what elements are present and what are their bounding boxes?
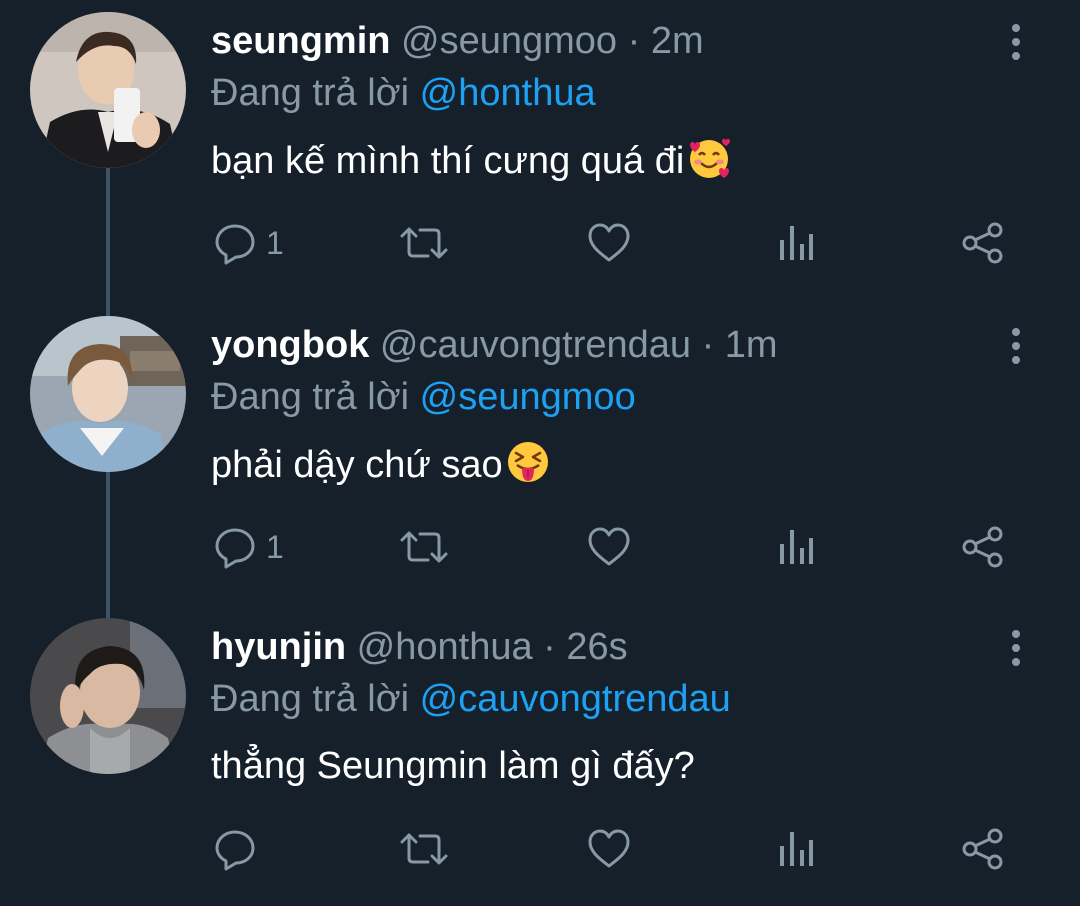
more-vertical-icon[interactable]	[1002, 326, 1030, 366]
share-icon	[962, 222, 1003, 264]
username[interactable]: @cauvongtrendau	[380, 324, 691, 366]
tweet-actions	[0, 824, 1080, 874]
heart-icon	[588, 527, 630, 566]
retweet-icon	[400, 833, 448, 865]
avatar[interactable]	[30, 618, 186, 774]
reply-count: 1	[266, 529, 284, 565]
replying-to-label: Đang trả lời	[211, 376, 410, 418]
retweet-icon	[400, 227, 448, 259]
share-button[interactable]	[960, 218, 1006, 268]
like-button[interactable]	[586, 824, 632, 874]
separator-dot: ·	[543, 626, 556, 668]
share-button[interactable]	[960, 522, 1006, 572]
retweet-icon	[400, 531, 448, 563]
analytics-icon	[780, 832, 813, 866]
display-name[interactable]: yongbok	[211, 324, 369, 366]
replying-to-label: Đang trả lời	[211, 72, 410, 114]
separator-dot: ·	[701, 324, 715, 366]
reply-icon	[215, 224, 255, 265]
reply-icon	[215, 830, 255, 871]
like-button[interactable]	[586, 522, 632, 572]
timestamp[interactable]: 26s	[566, 626, 627, 668]
tweet-text-content: thẳng Seungmin làm gì đấy?	[211, 745, 695, 787]
reply-button[interactable]: 1	[212, 218, 284, 268]
like-button[interactable]	[586, 218, 632, 268]
retweet-button[interactable]	[398, 824, 450, 874]
separator-dot: ·	[627, 20, 641, 62]
replying-to: Đang trả lời @cauvongtrendau	[211, 674, 731, 724]
mention-link[interactable]: @seungmoo	[420, 376, 636, 418]
share-button[interactable]	[960, 824, 1006, 874]
tweet-text-content: bạn kế mình thí cưng quá đi	[211, 140, 685, 182]
timestamp[interactable]: 1m	[725, 324, 778, 366]
reply-count: 1	[266, 225, 284, 261]
share-icon	[962, 526, 1003, 568]
heart-icon	[588, 223, 630, 262]
tweet-actions: 1	[0, 218, 1080, 268]
reply-button[interactable]: 1	[212, 522, 284, 572]
mention-link[interactable]: @cauvongtrendau	[420, 678, 731, 720]
tweet-header: seungmin @seungmoo · 2m	[211, 16, 704, 66]
analytics-button[interactable]	[776, 522, 816, 572]
replying-to: Đang trả lời @honthua	[211, 68, 596, 118]
analytics-icon	[780, 530, 813, 564]
username[interactable]: @seungmoo	[401, 20, 617, 62]
username[interactable]: @honthua	[357, 626, 533, 668]
avatar[interactable]	[30, 316, 186, 472]
share-icon	[962, 828, 1003, 870]
analytics-icon	[780, 226, 813, 260]
reply-button[interactable]	[212, 824, 266, 874]
retweet-button[interactable]	[398, 218, 450, 268]
replying-to-label: Đang trả lời	[211, 678, 410, 720]
analytics-button[interactable]	[776, 824, 816, 874]
replying-to: Đang trả lời @seungmoo	[211, 372, 636, 422]
display-name[interactable]: seungmin	[211, 20, 390, 62]
squinting-face-with-tongue-icon	[507, 442, 548, 482]
more-vertical-icon[interactable]	[1002, 22, 1030, 62]
tweet-actions: 1	[0, 522, 1080, 572]
retweet-button[interactable]	[398, 522, 450, 572]
tweet[interactable]: seungmin @seungmoo · 2m Đang trả lời @ho…	[0, 0, 1080, 300]
tweet[interactable]: hyunjin @honthua · 26s Đang trả lời @cau…	[0, 606, 1080, 906]
tweet-header: hyunjin @honthua · 26s	[211, 622, 628, 672]
avatar[interactable]	[30, 12, 186, 168]
tweet-text: phải dậy chứ sao	[211, 439, 551, 490]
tweet-text: thẳng Seungmin làm gì đấy?	[211, 741, 695, 791]
tweet[interactable]: yongbok @cauvongtrendau · 1m Đang trả lờ…	[0, 304, 1080, 604]
tweet-text-content: phải dậy chứ sao	[211, 444, 503, 486]
tweet-text: bạn kế mình thí cưng quá đi	[211, 135, 732, 186]
timestamp[interactable]: 2m	[651, 20, 704, 62]
heart-icon	[588, 829, 630, 868]
tweet-header: yongbok @cauvongtrendau · 1m	[211, 320, 778, 370]
mention-link[interactable]: @honthua	[420, 72, 596, 114]
analytics-button[interactable]	[776, 218, 816, 268]
display-name[interactable]: hyunjin	[211, 626, 346, 668]
more-vertical-icon[interactable]	[1002, 628, 1030, 668]
smiling-face-with-hearts-icon	[690, 138, 731, 178]
reply-icon	[215, 528, 255, 569]
